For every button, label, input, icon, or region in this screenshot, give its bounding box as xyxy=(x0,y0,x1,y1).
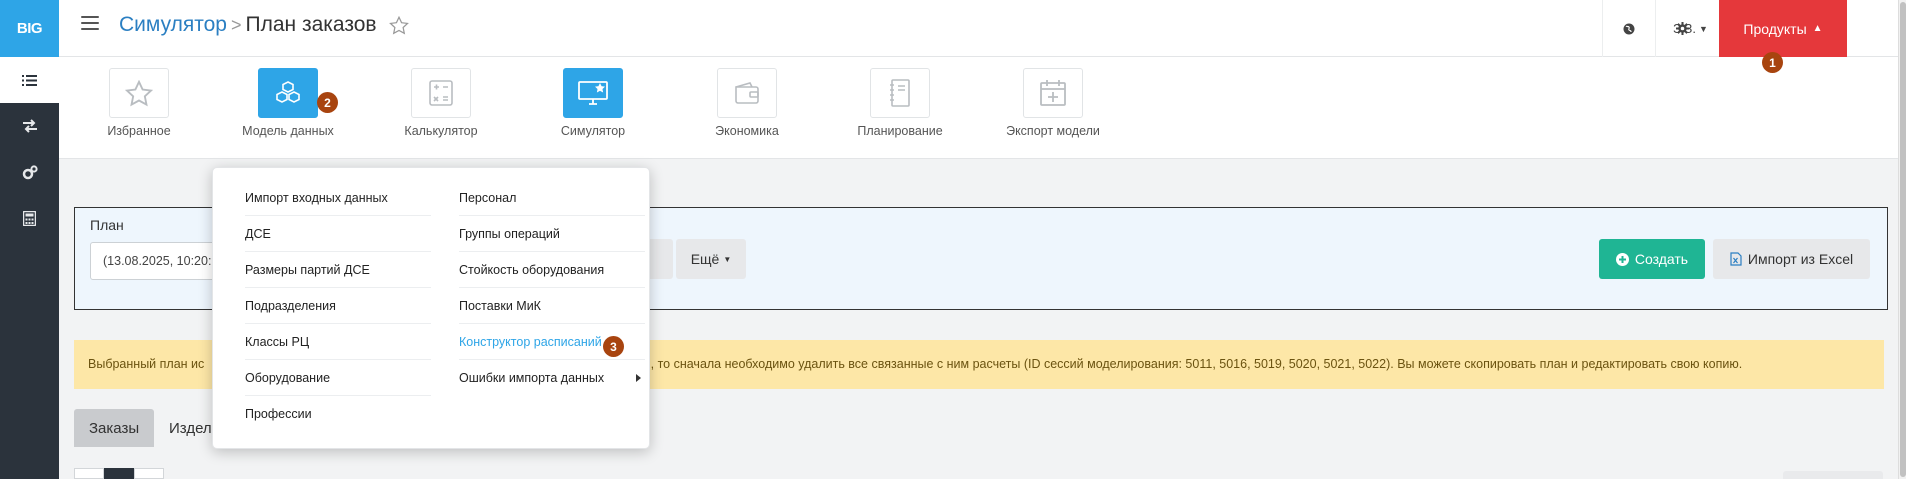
menu-item-departments[interactable]: Подразделения xyxy=(245,288,431,324)
star-icon xyxy=(109,68,169,118)
menu-item-import-input-data[interactable]: Импорт входных данных xyxy=(245,180,431,216)
tile-label: Избранное xyxy=(107,124,171,138)
sidebar-item-cogs[interactable] xyxy=(0,149,59,195)
top-header: Симулятор > План заказов xyxy=(59,0,1906,57)
left-sidebar: BIG xyxy=(0,0,59,479)
menu-item-dse-batch-sizes[interactable]: Размеры партий ДСЕ xyxy=(245,252,431,288)
data-model-dropdown-menu: Импорт входных данных ДСЕ Размеры партий… xyxy=(212,167,650,449)
step-badge-1: 1 xyxy=(1762,52,1783,73)
tile-label: Экспорт модели xyxy=(1006,124,1100,138)
tab-orders[interactable]: Заказы xyxy=(74,409,154,447)
menu-item-personnel[interactable]: Персонал xyxy=(459,180,645,216)
more-button[interactable]: Ещё ▼ xyxy=(676,239,746,279)
more-label: Ещё xyxy=(690,251,720,267)
swap-arrows-icon xyxy=(22,119,37,133)
tile-calculator[interactable]: Калькулятор xyxy=(376,68,506,138)
products-label: Продукты xyxy=(1743,20,1807,37)
user-initials: З З. xyxy=(1673,21,1696,36)
menu-item-import-errors[interactable]: Ошибки импорта данных xyxy=(459,360,645,396)
tile-label: Планирование xyxy=(857,124,943,138)
plus-circle-icon xyxy=(1615,252,1629,266)
products-button[interactable]: Продукты ▲ xyxy=(1719,0,1847,57)
import-label: Импорт из Excel xyxy=(1747,251,1854,267)
tile-simulator[interactable]: Симулятор xyxy=(528,68,658,138)
cogs-icon xyxy=(22,164,38,179)
tile-favorites[interactable]: Избранное xyxy=(74,68,204,138)
wallet-icon xyxy=(717,68,777,118)
calculator-icon xyxy=(23,210,36,226)
breadcrumb-separator: > xyxy=(230,14,242,35)
menu-item-operation-groups[interactable]: Группы операций xyxy=(459,216,645,252)
caret-down-icon: ▼ xyxy=(1699,23,1708,34)
breadcrumb-simulator-link[interactable]: Симулятор xyxy=(119,13,227,37)
menu-column-left: Импорт входных данных ДСЕ Размеры партий… xyxy=(245,180,431,432)
tile-label: Экономика xyxy=(715,124,779,138)
menu-item-professions[interactable]: Профессии xyxy=(245,396,431,432)
tile-label: Симулятор xyxy=(560,124,626,138)
favorite-star-icon[interactable] xyxy=(388,15,409,35)
tile-economics[interactable]: Экономика xyxy=(682,68,812,138)
language-button[interactable] xyxy=(1602,0,1655,57)
user-menu-button[interactable]: З З. ▼ xyxy=(1655,0,1725,57)
menu-item-mik-supplies[interactable]: Поставки МиК xyxy=(459,288,645,324)
menu-item-equipment[interactable]: Оборудование xyxy=(245,360,431,396)
sidebar-item-calculator[interactable] xyxy=(0,195,59,241)
tile-model-export[interactable]: Экспорт модели xyxy=(988,68,1118,138)
step-badge-3: 3 xyxy=(603,336,624,357)
page-size-control[interactable] xyxy=(1783,471,1883,479)
hamburger-menu-icon[interactable] xyxy=(81,16,99,30)
page-scrollbar[interactable] xyxy=(1898,0,1906,479)
calculator-icon xyxy=(411,68,471,118)
create-label: Создать xyxy=(1634,251,1689,267)
page-prev[interactable] xyxy=(74,468,104,479)
caret-up-icon: ▲ xyxy=(1812,23,1823,34)
plan-label: План xyxy=(90,217,124,233)
app-logo[interactable]: BIG xyxy=(0,0,59,57)
calendar-plus-icon xyxy=(1023,68,1083,118)
tile-label: Модель данных xyxy=(242,124,334,138)
menu-item-import-errors-label: Ошибки импорта данных xyxy=(459,371,605,385)
pagination xyxy=(74,468,164,479)
step-badge-2: 2 xyxy=(317,92,338,113)
caret-right-icon xyxy=(636,374,641,382)
menu-item-wc-classes[interactable]: Классы РЦ xyxy=(245,324,431,360)
warning-text-left: Выбранный план ис xyxy=(88,357,205,371)
page-current[interactable] xyxy=(104,468,134,479)
page-next[interactable] xyxy=(134,468,164,479)
monitor-icon xyxy=(563,68,623,118)
menu-column-right: Персонал Группы операций Стойкость обору… xyxy=(459,180,645,396)
page-title: План заказов xyxy=(245,13,377,36)
sidebar-item-swap[interactable] xyxy=(0,103,59,149)
create-button[interactable]: Создать xyxy=(1599,239,1705,279)
menu-item-equipment-durability[interactable]: Стойкость оборудования xyxy=(459,252,645,288)
breadcrumb: Симулятор > План заказов xyxy=(119,13,409,37)
sidebar-item-list[interactable] xyxy=(0,57,59,103)
globe-icon xyxy=(1623,23,1635,34)
scrollbar-thumb[interactable] xyxy=(1900,2,1906,477)
import-excel-button[interactable]: Импорт из Excel xyxy=(1713,239,1870,279)
menu-item-dse[interactable]: ДСЕ xyxy=(245,216,431,252)
cubes-icon xyxy=(258,68,318,118)
caret-down-icon: ▼ xyxy=(723,254,732,264)
excel-file-icon xyxy=(1730,252,1742,266)
tile-label: Калькулятор xyxy=(404,124,478,138)
notebook-icon xyxy=(870,68,930,118)
warning-text-right: тот план, то сначала необходимо удалить … xyxy=(601,357,1743,371)
tile-planning[interactable]: Планирование xyxy=(835,68,965,138)
list-icon xyxy=(22,74,37,86)
